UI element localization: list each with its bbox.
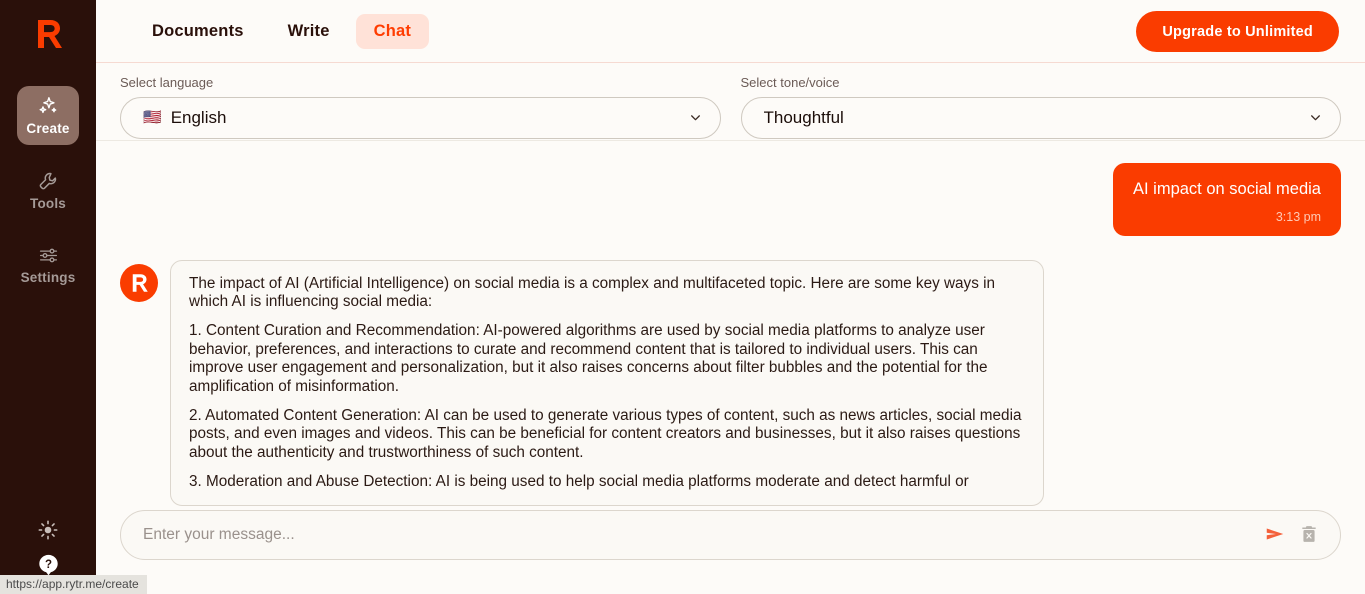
main-area: Documents Write Chat Upgrade to Unlimite… [96,0,1365,594]
trash-icon [1299,524,1319,547]
message-row-user: AI impact on social media 3:13 pm [120,163,1341,236]
chevron-down-icon [689,111,702,124]
rytr-avatar-icon [132,273,148,292]
sidebar-bottom-actions: ? [0,518,96,576]
send-button[interactable] [1258,518,1292,552]
user-message-bubble: AI impact on social media 3:13 pm [1112,163,1341,236]
rytr-logo-icon [38,20,62,48]
top-tabs: Documents Write Chat [134,13,430,49]
language-label: Select language [120,75,214,90]
tone-selector-group: Select tone/voice Thoughtful [740,75,1341,140]
message-row-bot: The impact of AI (Artificial Intelligenc… [120,259,1341,507]
conversation-list[interactable]: AI impact on social media 3:13 pm The im… [96,141,1365,510]
sidebar-item-label: Tools [30,195,66,211]
sidebar-item-settings[interactable]: Settings [17,235,79,294]
language-selector-group: Select language 🇺🇸 English [120,75,721,140]
sidebar-item-label: Create [26,121,70,136]
sparkles-icon [37,95,59,117]
sun-icon[interactable] [36,518,60,542]
topbar: Documents Write Chat Upgrade to Unlimite… [96,0,1365,63]
composer [120,510,1341,560]
tab-write[interactable]: Write [270,14,348,49]
sidebar: Create Tools Settings ? [0,0,96,594]
sliders-icon [37,244,59,266]
language-select-text: English [170,107,227,127]
status-bar-url: https://app.rytr.me/create [0,574,147,594]
sidebar-item-create[interactable]: Create [17,86,79,145]
rytr-logo[interactable] [28,14,68,54]
avatar [120,263,158,302]
tone-select[interactable]: Thoughtful [740,96,1341,139]
language-select[interactable]: 🇺🇸 English [120,96,721,139]
wrench-icon [37,170,59,192]
svg-text:?: ? [44,558,51,570]
user-message-text: AI impact on social media [1132,180,1321,198]
sidebar-item-tools[interactable]: Tools [17,161,79,220]
tab-documents[interactable]: Documents [134,14,262,49]
language-select-value: 🇺🇸 English [143,108,689,128]
app-window: Create Tools Settings ? Documents Write … [0,0,1365,594]
bot-paragraph: 3. Moderation and Abuse Detection: AI is… [189,472,969,490]
clear-chat-button[interactable] [1292,518,1326,552]
tone-select-text: Thoughtful [763,107,844,127]
composer-area [96,510,1365,594]
upgrade-to-unlimited-button[interactable]: Upgrade to Unlimited [1136,11,1339,52]
bot-paragraph: The impact of AI (Artificial Intelligenc… [189,274,995,311]
user-message-timestamp: 3:13 pm [1275,209,1321,224]
chevron-down-icon [1309,111,1322,124]
tone-select-value: Thoughtful [764,108,1310,128]
sidebar-item-label: Settings [20,270,76,285]
bot-paragraph: 1. Content Curation and Recommendation: … [189,321,988,395]
message-input[interactable] [143,526,1258,544]
send-icon [1264,523,1286,548]
tab-chat[interactable]: Chat [355,13,430,49]
bot-message-bubble: The impact of AI (Artificial Intelligenc… [170,259,1044,507]
tone-label: Select tone/voice [740,75,840,90]
bot-paragraph: 2. Automated Content Generation: AI can … [189,406,1022,461]
question-mark-icon[interactable]: ? [36,552,60,576]
us-flag-icon: 🇺🇸 [143,109,162,127]
selectors-row: Select language 🇺🇸 English Select tone/v… [96,63,1365,141]
sidebar-nav: Create Tools Settings [0,86,96,310]
